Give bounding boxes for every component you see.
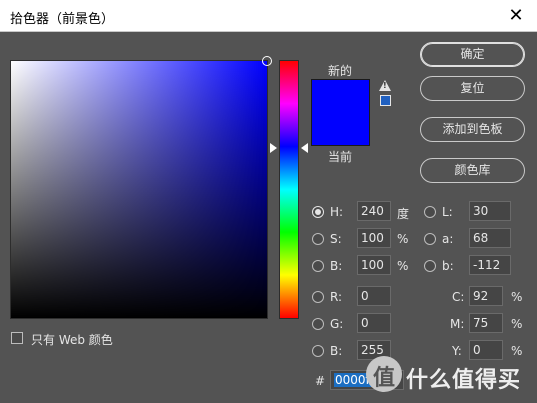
hue-slider-left-handle-icon[interactable]: [270, 143, 277, 153]
c-label: C:: [452, 290, 465, 304]
c-unit: %: [511, 290, 523, 304]
color-field[interactable]: [10, 56, 272, 319]
hsb-b-label: B:: [330, 259, 343, 273]
m-input[interactable]: 75: [469, 313, 503, 333]
out-of-gamut-warning-icon[interactable]: [379, 80, 391, 91]
hue-slider[interactable]: [279, 60, 299, 319]
close-icon[interactable]: ✕: [503, 3, 529, 29]
web-safe-color-icon[interactable]: [380, 95, 391, 106]
rgb-b-label: B:: [330, 344, 343, 358]
radio-rgb-b[interactable]: [312, 345, 324, 357]
s-unit: %: [397, 232, 409, 246]
radio-g[interactable]: [312, 318, 324, 330]
h-unit: 度: [397, 207, 410, 221]
m-unit: %: [511, 317, 523, 331]
radio-h[interactable]: [312, 206, 324, 218]
radio-l[interactable]: [424, 206, 436, 218]
a-input[interactable]: 68: [469, 228, 511, 248]
radio-r[interactable]: [312, 291, 324, 303]
a-label: a:: [442, 232, 454, 246]
web-colors-only-checkbox[interactable]: [11, 332, 23, 344]
new-color-swatch: [311, 79, 370, 116]
y-label: Y:: [452, 344, 462, 358]
window-title: 拾色器（前景色）: [10, 12, 115, 27]
h-input[interactable]: 240: [357, 201, 391, 221]
reset-button[interactable]: 复位: [420, 76, 525, 101]
s-label: S:: [330, 232, 342, 246]
g-label: G:: [330, 317, 344, 331]
l-label: L:: [442, 205, 453, 219]
radio-lab-b[interactable]: [424, 260, 436, 272]
r-label: R:: [330, 290, 343, 304]
current-color-swatch[interactable]: [311, 116, 370, 146]
m-label: M:: [450, 317, 465, 331]
radio-hsb-b[interactable]: [312, 260, 324, 272]
color-field-marker[interactable]: [262, 56, 272, 66]
lab-b-label: b:: [442, 259, 454, 273]
current-color-label: 当前: [328, 150, 353, 164]
radio-a[interactable]: [424, 233, 436, 245]
l-input[interactable]: 30: [469, 201, 511, 221]
y-input[interactable]: 0: [469, 340, 503, 360]
r-input[interactable]: 0: [357, 286, 391, 306]
title-bar: 拾色器（前景色） ✕: [0, 0, 537, 32]
color-libraries-button[interactable]: 颜色库: [420, 158, 525, 183]
hsb-b-input[interactable]: 100: [357, 255, 391, 275]
hsb-b-unit: %: [397, 259, 409, 273]
lab-b-input[interactable]: -112: [469, 255, 511, 275]
radio-s[interactable]: [312, 233, 324, 245]
hue-slider-right-handle-icon[interactable]: [301, 143, 308, 153]
c-input[interactable]: 92: [469, 286, 503, 306]
ok-button[interactable]: 确定: [420, 42, 525, 67]
h-label: H:: [330, 205, 344, 219]
add-to-swatches-button[interactable]: 添加到色板: [420, 117, 525, 142]
g-input[interactable]: 0: [357, 313, 391, 333]
web-colors-only-label[interactable]: 只有 Web 颜色: [31, 331, 113, 348]
hex-label: #: [315, 374, 326, 388]
watermark-logo-glyph: 值: [372, 366, 395, 391]
y-unit: %: [511, 344, 523, 358]
new-color-label: 新的: [328, 64, 353, 78]
s-input[interactable]: 100: [357, 228, 391, 248]
watermark-text: 什么值得买: [406, 368, 522, 393]
